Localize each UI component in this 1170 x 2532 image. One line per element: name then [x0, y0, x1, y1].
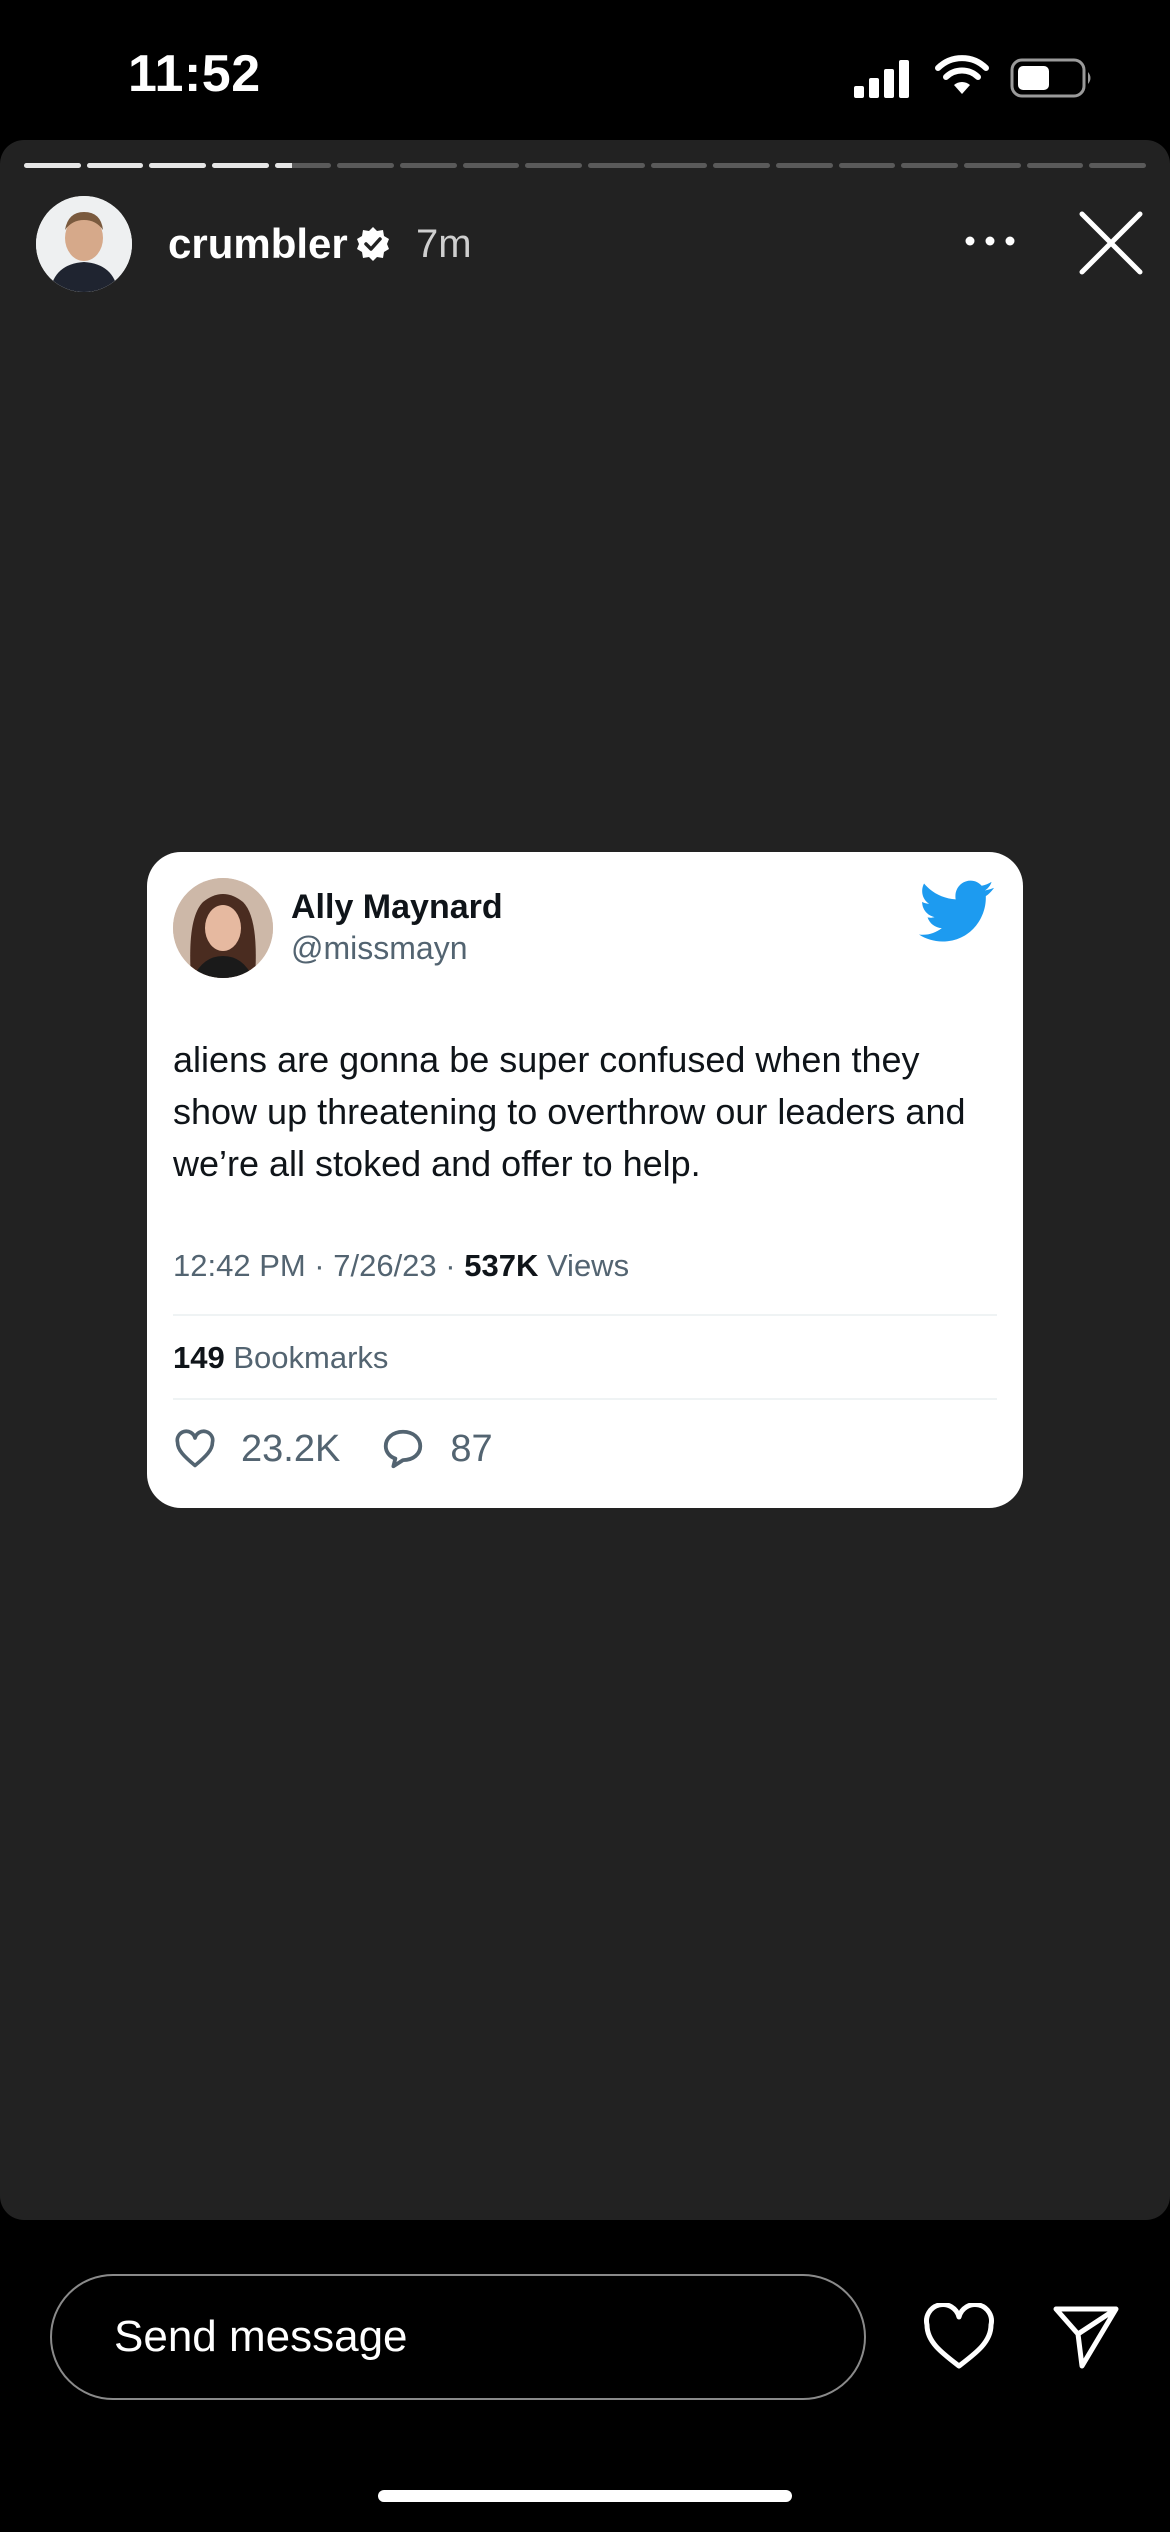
story-progress-segment	[86, 163, 144, 168]
story-progress-segment	[776, 163, 833, 168]
tweet-replies-count: 87	[450, 1427, 493, 1470]
status-time: 11:52	[128, 45, 261, 103]
verified-badge-icon	[357, 227, 389, 261]
heart-icon[interactable]	[922, 2303, 996, 2371]
tweet-views-label: Views	[538, 1248, 630, 1283]
divider	[173, 1314, 997, 1316]
send-message-placeholder: Send message	[114, 2312, 408, 2361]
story-header: crumbler 7m	[0, 196, 1170, 306]
tweet-bookmarks-label: Bookmarks	[224, 1340, 389, 1375]
story-progress-segment	[838, 163, 896, 168]
signal-icon	[854, 60, 909, 98]
tweet-bookmarks: 149 Bookmarks	[173, 1340, 388, 1376]
story-progress-segment	[713, 163, 771, 168]
story-progress-segment	[964, 163, 1021, 168]
close-icon[interactable]	[1076, 208, 1146, 278]
story-viewer[interactable]: crumbler 7m Ally Maynard @missmayn alien…	[0, 140, 1170, 2220]
story-progress-segment	[337, 163, 395, 168]
story-progress-segment	[24, 163, 81, 168]
send-icon[interactable]	[1052, 2304, 1120, 2370]
battery-icon	[1010, 58, 1091, 98]
story-progress-segment	[588, 163, 645, 168]
tweet-author-handle: @missmayn	[291, 930, 468, 966]
tweet-text: aliens are gonna be super confused when …	[173, 1039, 966, 1184]
story-progress-segment	[212, 163, 269, 168]
story-progress-segment	[525, 163, 583, 168]
story-progress-segment	[400, 163, 457, 168]
tweet-meta: 12:42 PM · 7/26/23 · 537K Views	[173, 1248, 629, 1284]
more-options-icon[interactable]	[960, 226, 1020, 256]
twitter-bird-icon	[919, 880, 994, 942]
send-message-input[interactable]: Send message	[50, 2274, 866, 2400]
story-username[interactable]: crumbler	[168, 220, 348, 268]
story-progress-segment	[274, 163, 332, 168]
tweet-bookmarks-count: 149	[173, 1340, 225, 1375]
tweet-timestamp: 12:42 PM · 7/26/23 ·	[173, 1248, 465, 1283]
tweet-card[interactable]: Ally Maynard @missmayn aliens are gonna …	[147, 852, 1023, 1508]
reply-bubble-icon	[384, 1429, 423, 1469]
story-progress-segment	[149, 163, 207, 168]
avatar[interactable]	[36, 196, 132, 292]
story-progress-segment	[650, 163, 708, 168]
divider	[173, 1398, 997, 1400]
heart-icon	[175, 1429, 215, 1468]
story-progress-segment	[1026, 163, 1084, 168]
story-progress-segment	[1089, 163, 1147, 168]
tweet-engagement-row: 23.2K 87	[173, 1424, 493, 1474]
story-timestamp: 7m	[416, 222, 472, 266]
tweet-author-avatar	[173, 878, 273, 978]
status-bar: 11:52	[0, 0, 1170, 150]
story-progress-segment	[462, 163, 520, 168]
home-indicator[interactable]	[378, 2490, 792, 2502]
story-progress-segment	[901, 163, 959, 168]
tweet-author-name: Ally Maynard	[291, 888, 503, 926]
wifi-icon	[935, 55, 989, 94]
tweet-likes-count: 23.2K	[241, 1427, 341, 1470]
tweet-views-count: 537K	[464, 1248, 539, 1283]
story-progress-bar	[24, 163, 1147, 168]
